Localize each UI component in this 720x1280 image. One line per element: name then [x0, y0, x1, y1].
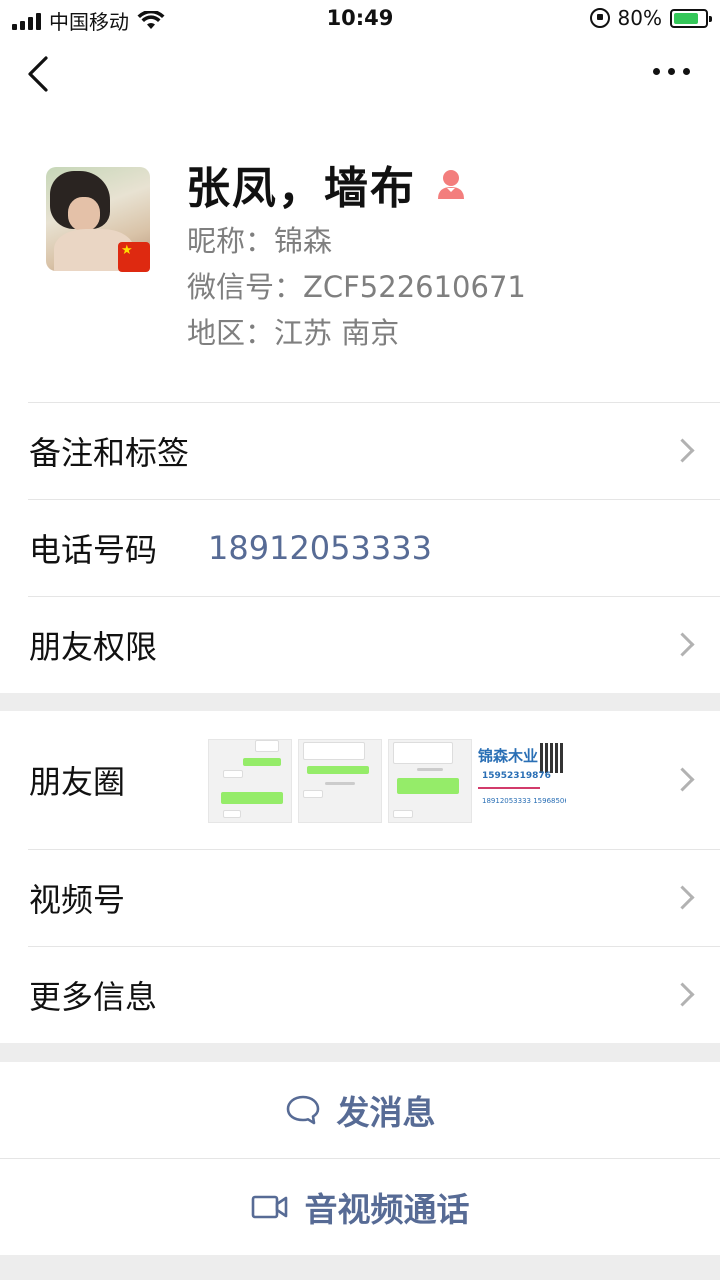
more-dots-icon[interactable] [653, 68, 690, 75]
chevron-right-icon [676, 633, 690, 657]
moment-thumbnail [298, 739, 382, 823]
chevron-right-icon [676, 768, 690, 792]
nickname: 昵称：锦森 [187, 224, 333, 258]
row-label: 更多信息 [29, 977, 158, 1016]
battery-charging-icon [670, 8, 712, 28]
info-group: 备注和标签 电话号码 18912053333 朋友权限 [0, 402, 720, 693]
region: 地区：江苏 南京 [187, 316, 400, 350]
contact-name: 张凤，墙布 [186, 163, 416, 214]
battery-percent: 80% [617, 6, 662, 30]
send-message-button[interactable]: 发消息 [0, 1062, 720, 1158]
status-bar: 中国移动 10:49 80% [0, 0, 720, 40]
row-phone: 电话号码 18912053333 [0, 499, 720, 596]
row-channels[interactable]: 视频号 [0, 849, 720, 946]
send-message-label: 发消息 [336, 1093, 436, 1132]
business-card-thumbnail: 锦森木业 15952319876 18912053333 15968506960 [478, 739, 566, 823]
row-label: 电话号码 [29, 530, 158, 569]
row-label: 视频号 [29, 880, 126, 919]
wechat-id: 微信号：ZCF522610671 [187, 270, 526, 304]
rotation-lock-icon [589, 8, 610, 28]
china-flag-icon: ★ [118, 242, 150, 272]
chat-bubble-icon [286, 1095, 319, 1125]
row-label: 备注和标签 [29, 433, 190, 472]
phone-number-link[interactable]: 18912053333 [208, 529, 432, 567]
video-camera-icon [251, 1195, 287, 1219]
row-moments[interactable]: 朋友圈 锦森木业 15952319876 18912053333 1596850 [0, 711, 720, 849]
profile-card: ★ 张凤，墙布 昵称：锦森 微信号：ZCF522610671 地区：江苏 南京 [0, 110, 720, 402]
social-group: 朋友圈 锦森木业 15952319876 18912053333 1596850… [0, 711, 720, 1043]
female-icon [438, 170, 464, 199]
chevron-left-icon[interactable] [24, 54, 54, 94]
video-call-label: 音视频通话 [304, 1190, 470, 1229]
row-friend-permissions[interactable]: 朋友权限 [0, 596, 720, 693]
row-more-info[interactable]: 更多信息 [0, 946, 720, 1043]
moments-thumbnails: 锦森木业 15952319876 18912053333 15968506960 [208, 739, 566, 823]
moment-thumbnail [388, 739, 472, 823]
row-label: 朋友圈 [29, 763, 126, 801]
video-call-button[interactable]: 音视频通话 [0, 1159, 720, 1255]
row-label: 朋友权限 [29, 627, 158, 666]
chevron-right-icon [676, 439, 690, 463]
chevron-right-icon [676, 983, 690, 1007]
chevron-right-icon [676, 886, 690, 910]
nav-bar [0, 40, 720, 110]
moment-thumbnail [208, 739, 292, 823]
row-remark-tags[interactable]: 备注和标签 [0, 402, 720, 499]
